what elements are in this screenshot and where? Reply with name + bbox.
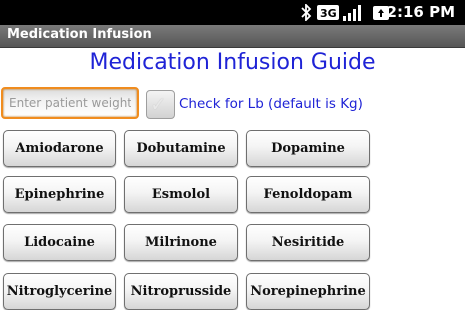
nesiritide-button[interactable]: Nesiritide (246, 224, 370, 261)
milrinone-button[interactable]: Milrinone (124, 224, 238, 261)
status-bar: 3G 2:16 PM (0, 0, 465, 25)
nitroprusside-button[interactable]: Nitroprusside (124, 273, 238, 310)
epinephrine-button[interactable]: Epinephrine (3, 176, 116, 213)
fenoldopam-button[interactable]: Fenoldopam (246, 176, 370, 213)
checkmark-icon: ✓ (150, 92, 167, 116)
esmolol-button[interactable]: Esmolol (124, 176, 238, 213)
norepinephrine-button[interactable]: Norepinephrine (246, 273, 370, 310)
svg-text:3G: 3G (320, 7, 337, 20)
dopamine-button[interactable]: Dopamine (246, 130, 370, 167)
lb-unit-checkbox[interactable]: ✓ (146, 90, 175, 119)
nitroglycerine-button[interactable]: Nitroglycerine (3, 273, 116, 310)
data-network-icon: 3G (317, 5, 339, 20)
patient-weight-input[interactable] (1, 87, 139, 119)
lb-checkbox-label[interactable]: Check for Lb (default is Kg) (179, 96, 363, 112)
dobutamine-button[interactable]: Dobutamine (124, 130, 238, 167)
signal-bars-icon (343, 5, 361, 21)
bluetooth-icon (301, 4, 312, 21)
amiodarone-button[interactable]: Amiodarone (3, 130, 116, 167)
lidocaine-button[interactable]: Lidocaine (3, 224, 116, 261)
app-title-bar: Medication Infusion (0, 25, 465, 48)
app-title: Medication Infusion (7, 27, 152, 42)
page-heading: Medication Infusion Guide (89, 50, 376, 75)
status-time: 2:16 PM (386, 3, 455, 21)
